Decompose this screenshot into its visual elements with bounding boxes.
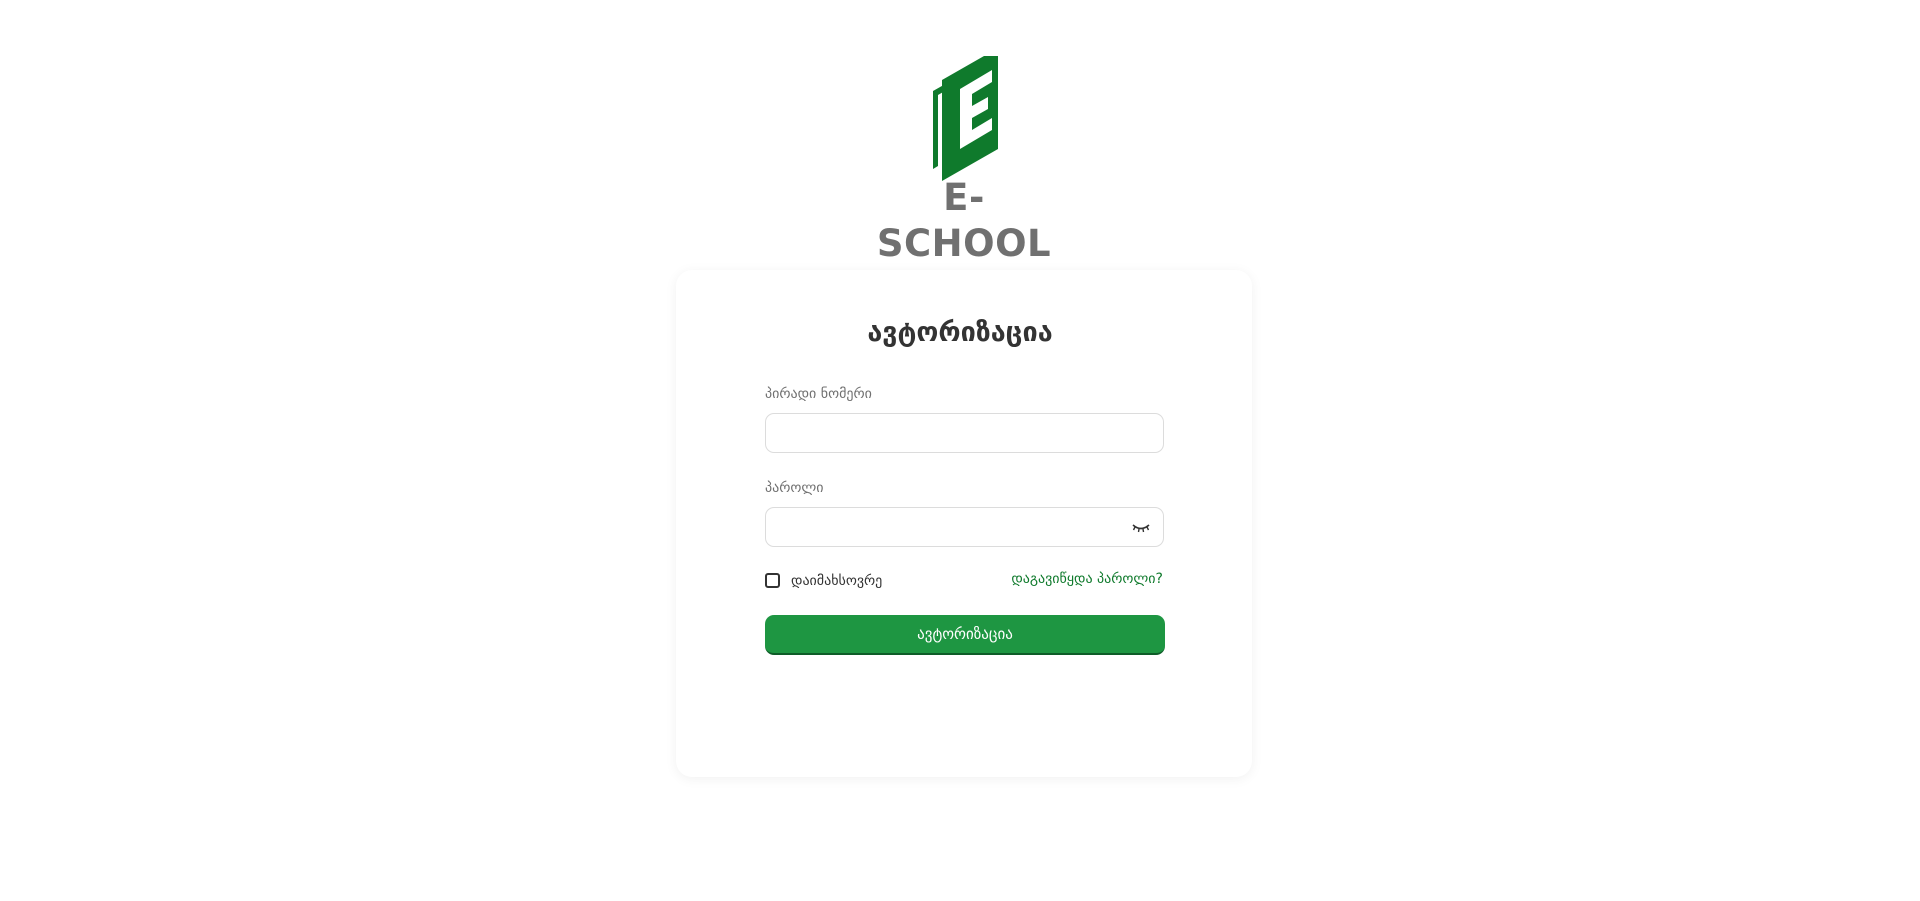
personal-number-label: პირადი ნომერი: [765, 386, 872, 402]
remember-label[interactable]: დაიმახსოვრე: [791, 571, 882, 591]
login-button[interactable]: ავტორიზაცია: [765, 615, 1165, 655]
eye-closed-icon[interactable]: [1131, 519, 1151, 535]
password-input[interactable]: [765, 507, 1164, 547]
login-page: E-SCHOOL ავტორიზაცია პირადი ნომერი პაროლ…: [0, 0, 1920, 901]
page-title: ავტორიზაცია: [867, 317, 1053, 348]
remember-checkbox[interactable]: [765, 573, 780, 588]
personal-number-input[interactable]: [765, 413, 1164, 453]
password-label: პაროლი: [765, 480, 824, 496]
brand-name: E-SCHOOL: [876, 176, 1052, 265]
forgot-password-link[interactable]: დაგავიწყდა პაროლი?: [1011, 569, 1163, 589]
